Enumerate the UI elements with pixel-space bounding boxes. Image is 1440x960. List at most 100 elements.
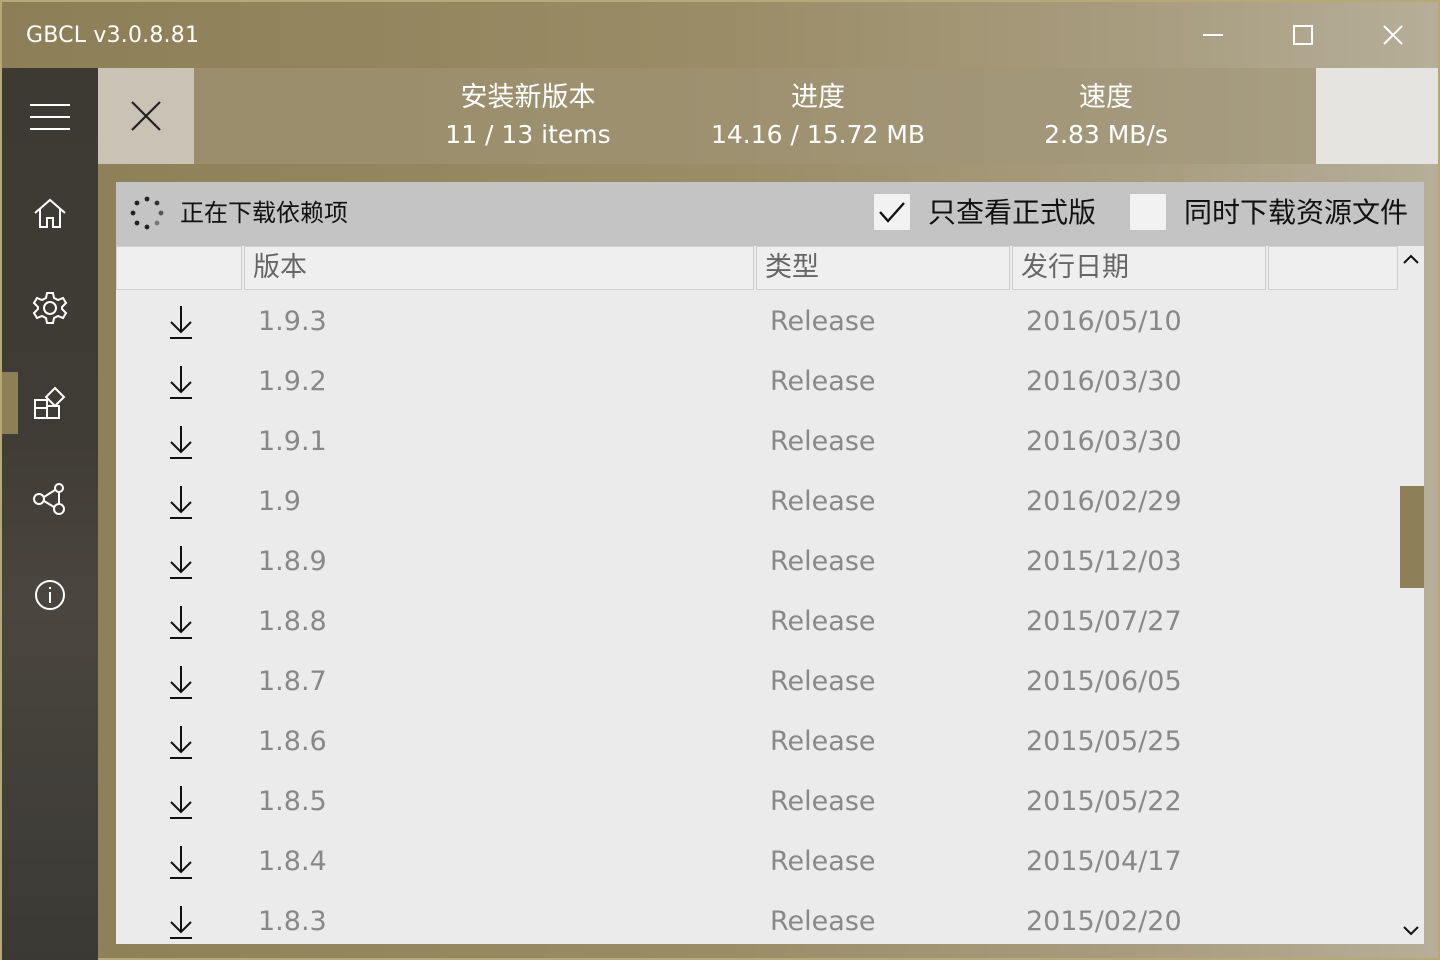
download-icon[interactable] (164, 364, 198, 400)
download-progress-header: 安装新版本 11 / 13 items 进度 14.16 / 15.72 MB … (98, 68, 1438, 164)
checkmark-icon (879, 202, 905, 223)
scroll-down-button[interactable] (1400, 920, 1422, 942)
close-icon (1383, 25, 1403, 45)
app-window: GBCL v3.0.8.81 安装新版本 11 / 13 items 进度 14… (0, 0, 1440, 960)
type-cell: Release (770, 666, 876, 697)
close-window-button[interactable] (1348, 2, 1438, 68)
sidebar (2, 68, 98, 960)
version-cell: 1.8.6 (258, 726, 327, 757)
download-icon[interactable] (164, 784, 198, 820)
window-controls (1168, 2, 1438, 68)
date-cell: 2015/05/22 (1026, 786, 1182, 817)
date-cell: 2015/12/03 (1026, 546, 1182, 577)
sidebar-item-home[interactable] (2, 168, 98, 258)
install-stat: 安装新版本 11 / 13 items (398, 80, 658, 154)
download-icon[interactable] (164, 724, 198, 760)
close-download-button[interactable] (98, 68, 194, 164)
date-cell: 2016/05/10 (1026, 306, 1182, 337)
corner-block (1316, 68, 1438, 164)
type-cell: Release (770, 906, 876, 937)
column-header-date[interactable]: 发行日期 (1012, 246, 1266, 290)
version-cell: 1.8.4 (258, 846, 327, 877)
type-cell: Release (770, 726, 876, 757)
sidebar-item-info[interactable] (2, 550, 98, 640)
download-store-icon (34, 386, 66, 419)
download-icon[interactable] (164, 664, 198, 700)
maximize-icon (1293, 25, 1313, 45)
date-cell: 2016/02/29 (1026, 486, 1182, 517)
table-row[interactable]: 1.8.7 Release 2015/06/05 (116, 652, 1398, 712)
download-icon[interactable] (164, 484, 198, 520)
table-row[interactable]: 1.8.8 Release 2015/07/27 (116, 592, 1398, 652)
version-list-panel: 正在下载依赖项 只查看正式版 同时下载资源文件 版本 类型 发行日期 1.9.3… (116, 182, 1424, 944)
date-cell: 2016/03/30 (1026, 426, 1182, 457)
speed-value: 2.83 MB/s (1044, 120, 1168, 149)
date-cell: 2015/06/05 (1026, 666, 1182, 697)
loading-spinner-icon (130, 196, 164, 230)
type-cell: Release (770, 306, 876, 337)
version-cell: 1.9 (258, 486, 301, 517)
table-row[interactable]: 1.9.2 Release 2016/03/30 (116, 352, 1398, 412)
sidebar-item-share[interactable] (2, 454, 98, 544)
download-icon[interactable] (164, 304, 198, 340)
minimize-icon (1203, 34, 1223, 36)
sidebar-item-downloads[interactable] (2, 358, 98, 448)
progress-stat: 进度 14.16 / 15.72 MB (688, 80, 948, 154)
sidebar-item-settings[interactable] (2, 263, 98, 353)
download-assets-label: 同时下载资源文件 (1184, 196, 1409, 229)
close-icon (131, 101, 161, 131)
speed-label: 速度 (1079, 82, 1133, 113)
sidebar-item-menu[interactable] (2, 72, 98, 162)
scrollbar-thumb[interactable] (1400, 486, 1424, 588)
version-cell: 1.8.8 (258, 606, 327, 637)
download-assets-checkbox[interactable] (1130, 194, 1166, 230)
hamburger-menu-icon (30, 104, 70, 130)
maximize-button[interactable] (1258, 2, 1348, 68)
scrollbar[interactable] (1398, 246, 1424, 944)
table-row[interactable]: 1.8.9 Release 2015/12/03 (116, 532, 1398, 592)
release-only-label: 只查看正式版 (928, 196, 1097, 229)
version-cell: 1.9.1 (258, 426, 327, 457)
install-label: 安装新版本 (460, 82, 596, 113)
column-header-extra[interactable] (1268, 246, 1398, 290)
date-cell: 2015/05/25 (1026, 726, 1182, 757)
progress-value: 14.16 / 15.72 MB (710, 120, 926, 149)
version-cell: 1.8.7 (258, 666, 327, 697)
table-row[interactable]: 1.9.3 Release 2016/05/10 (116, 292, 1398, 352)
share-nodes-icon (33, 483, 65, 515)
app-title: GBCL v3.0.8.81 (26, 22, 200, 48)
download-icon[interactable] (164, 544, 198, 580)
table-row[interactable]: 1.8.3 Release 2015/02/20 (116, 892, 1398, 944)
progress-label: 进度 (791, 82, 845, 113)
speed-stat: 速度 2.83 MB/s (976, 80, 1236, 154)
date-cell: 2015/04/17 (1026, 846, 1182, 877)
column-header-version[interactable]: 版本 (244, 246, 754, 290)
type-cell: Release (770, 426, 876, 457)
minimize-button[interactable] (1168, 2, 1258, 68)
download-icon[interactable] (164, 844, 198, 880)
install-value: 11 / 13 items (445, 120, 611, 149)
date-cell: 2015/07/27 (1026, 606, 1182, 637)
version-cell: 1.9.3 (258, 306, 327, 337)
version-cell: 1.8.5 (258, 786, 327, 817)
download-icon[interactable] (164, 424, 198, 460)
scroll-up-button[interactable] (1400, 248, 1422, 270)
type-cell: Release (770, 786, 876, 817)
download-icon[interactable] (164, 604, 198, 640)
column-header-type[interactable]: 类型 (756, 246, 1010, 290)
chevron-up-icon (1403, 254, 1419, 264)
table-row[interactable]: 1.8.6 Release 2015/05/25 (116, 712, 1398, 772)
table-row[interactable]: 1.8.4 Release 2015/04/17 (116, 832, 1398, 892)
release-only-checkbox[interactable] (874, 194, 910, 230)
type-cell: Release (770, 606, 876, 637)
type-cell: Release (770, 366, 876, 397)
date-cell: 2015/02/20 (1026, 906, 1182, 937)
table-row[interactable]: 1.9 Release 2016/02/29 (116, 472, 1398, 532)
table-row[interactable]: 1.8.5 Release 2015/05/22 (116, 772, 1398, 832)
gear-icon (32, 292, 68, 324)
download-icon[interactable] (164, 904, 198, 940)
table-row[interactable]: 1.9.1 Release 2016/03/30 (116, 412, 1398, 472)
version-cell: 1.9.2 (258, 366, 327, 397)
column-header-action[interactable] (116, 246, 242, 290)
version-cell: 1.8.3 (258, 906, 327, 937)
